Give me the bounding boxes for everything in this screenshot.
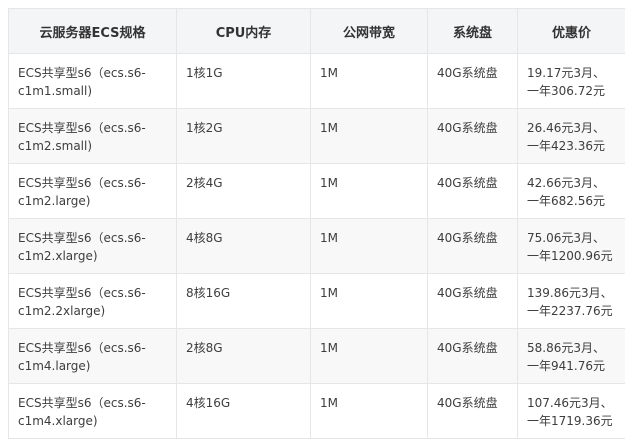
price-line-1: 75.06元3月、 [527,231,605,245]
spec-line-1: ECS共享型s6（ecs.s6- [18,231,146,245]
cell-system-disk: 40G系统盘 [427,108,518,164]
header-cpu-memory: CPU内存 [176,8,311,54]
cell-system-disk: 40G系统盘 [427,218,518,274]
cell-bandwidth: 1M [310,218,428,274]
table-row: ECS共享型s6（ecs.s6- c1m2.large) 2核4G 1M 40G… [8,163,625,219]
spec-line-2: c1m2.small) [18,139,93,153]
cell-price: 107.46元3月、 一年1719.36元 [517,383,625,439]
cell-system-disk: 40G系统盘 [427,383,518,439]
cell-spec: ECS共享型s6（ecs.s6- c1m2.large) [8,163,177,219]
header-price: 优惠价 [517,8,625,54]
cell-system-disk: 40G系统盘 [427,328,518,384]
cell-spec: ECS共享型s6（ecs.s6- c1m1.small) [8,53,177,109]
ecs-pricing-table-container: 云服务器ECS规格 CPU内存 公网带宽 系统盘 优惠价 ECS共享型s6（ec… [8,8,625,440]
cell-cpu-memory: 2核8G [176,328,311,384]
table-row: ECS共享型s6（ecs.s6- c1m4.large) 2核8G 1M 40G… [8,328,625,384]
header-bandwidth: 公网带宽 [310,8,428,54]
spec-line-1: ECS共享型s6（ecs.s6- [18,286,146,300]
spec-line-2: c1m2.xlarge) [18,249,98,263]
spec-line-2: c1m2.large) [18,194,91,208]
cell-price: 26.46元3月、 一年423.36元 [517,108,625,164]
cell-spec: ECS共享型s6（ecs.s6- c1m2.2xlarge) [8,273,177,329]
price-line-2: 一年1200.96元 [527,249,613,263]
price-line-1: 139.86元3月、 [527,286,613,300]
price-line-1: 58.86元3月、 [527,341,605,355]
price-line-2: 一年1719.36元 [527,414,613,428]
table-row: ECS共享型s6（ecs.s6- c1m1.small) 1核1G 1M 40G… [8,53,625,109]
cell-cpu-memory: 8核16G [176,273,311,329]
header-system-disk: 系统盘 [427,8,518,54]
cell-price: 19.17元3月、 一年306.72元 [517,53,625,109]
spec-line-1: ECS共享型s6（ecs.s6- [18,176,146,190]
cell-price: 139.86元3月、 一年2237.76元 [517,273,625,329]
cell-price: 42.66元3月、 一年682.56元 [517,163,625,219]
spec-line-2: c1m4.large) [18,359,91,373]
table-row: ECS共享型s6（ecs.s6- c1m2.small) 1核2G 1M 40G… [8,108,625,164]
price-line-1: 19.17元3月、 [527,66,605,80]
price-line-1: 26.46元3月、 [527,121,605,135]
table-row: ECS共享型s6（ecs.s6- c1m4.xlarge) 4核16G 1M 4… [8,383,625,439]
cell-price: 75.06元3月、 一年1200.96元 [517,218,625,274]
cell-system-disk: 40G系统盘 [427,273,518,329]
cell-cpu-memory: 4核16G [176,383,311,439]
cell-price: 58.86元3月、 一年941.76元 [517,328,625,384]
cell-bandwidth: 1M [310,328,428,384]
table-row: ECS共享型s6（ecs.s6- c1m2.2xlarge) 8核16G 1M … [8,273,625,329]
cell-system-disk: 40G系统盘 [427,53,518,109]
cell-spec: ECS共享型s6（ecs.s6- c1m4.large) [8,328,177,384]
price-line-2: 一年306.72元 [527,84,605,98]
price-line-2: 一年682.56元 [527,194,605,208]
spec-line-1: ECS共享型s6（ecs.s6- [18,396,146,410]
price-line-1: 107.46元3月、 [527,396,613,410]
spec-line-2: c1m1.small) [18,84,93,98]
spec-line-2: c1m2.2xlarge) [18,304,106,318]
cell-system-disk: 40G系统盘 [427,163,518,219]
cell-bandwidth: 1M [310,108,428,164]
cell-spec: ECS共享型s6（ecs.s6- c1m2.small) [8,108,177,164]
spec-line-1: ECS共享型s6（ecs.s6- [18,121,146,135]
cell-bandwidth: 1M [310,273,428,329]
cell-spec: ECS共享型s6（ecs.s6- c1m2.xlarge) [8,218,177,274]
cell-bandwidth: 1M [310,53,428,109]
spec-line-2: c1m4.xlarge) [18,414,98,428]
cell-cpu-memory: 2核4G [176,163,311,219]
price-line-2: 一年941.76元 [527,359,605,373]
ecs-pricing-table: 云服务器ECS规格 CPU内存 公网带宽 系统盘 优惠价 ECS共享型s6（ec… [8,8,625,439]
cell-bandwidth: 1M [310,383,428,439]
cell-cpu-memory: 4核8G [176,218,311,274]
spec-line-1: ECS共享型s6（ecs.s6- [18,341,146,355]
cell-bandwidth: 1M [310,163,428,219]
price-line-2: 一年423.36元 [527,139,605,153]
table-header-row: 云服务器ECS规格 CPU内存 公网带宽 系统盘 优惠价 [8,8,625,54]
price-line-1: 42.66元3月、 [527,176,605,190]
cell-spec: ECS共享型s6（ecs.s6- c1m4.xlarge) [8,383,177,439]
table-row: ECS共享型s6（ecs.s6- c1m2.xlarge) 4核8G 1M 40… [8,218,625,274]
price-line-2: 一年2237.76元 [527,304,613,318]
spec-line-1: ECS共享型s6（ecs.s6- [18,66,146,80]
header-spec: 云服务器ECS规格 [8,8,177,54]
cell-cpu-memory: 1核2G [176,108,311,164]
cell-cpu-memory: 1核1G [176,53,311,109]
